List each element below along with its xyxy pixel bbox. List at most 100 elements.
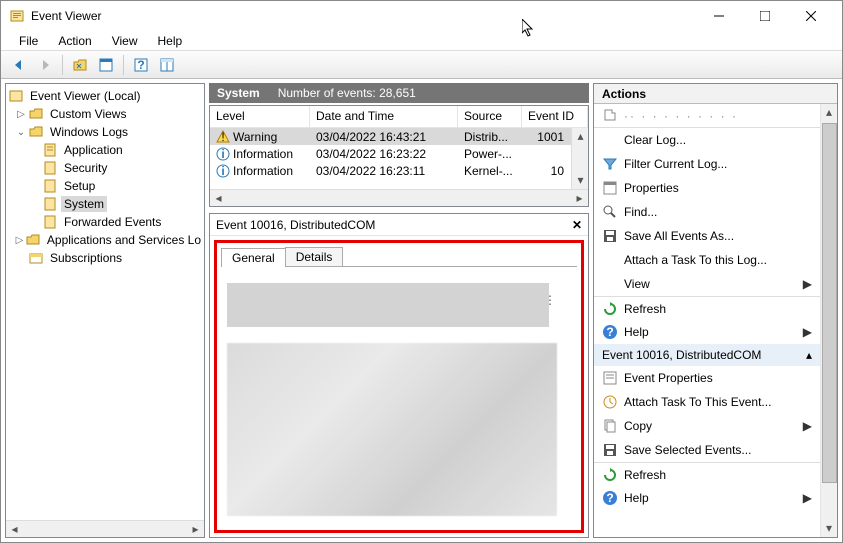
toolbar-separator — [123, 55, 124, 75]
save-icon — [602, 442, 618, 458]
grid-row[interactable]: iInformation 03/04/2022 16:23:22 Power-.… — [210, 145, 588, 162]
panes-icon[interactable] — [155, 54, 179, 76]
actions-pane: Actions ·· · · · · · · · · · Clear Log..… — [593, 83, 838, 538]
help-icon: ? — [602, 324, 618, 340]
tree-hscrollbar[interactable]: ◂▸ — [6, 520, 204, 537]
toolbar: ? — [1, 51, 842, 79]
section-label: Event 10016, DistributedCOM — [602, 348, 761, 362]
menu-view[interactable]: View — [102, 32, 148, 50]
svg-text:?: ? — [137, 58, 144, 72]
tree-windows-logs[interactable]: ⌄ Windows Logs — [6, 123, 204, 141]
cell-source: Kernel-... — [458, 164, 522, 178]
detail-close-icon[interactable]: ✕ — [572, 218, 582, 232]
col-source[interactable]: Source — [458, 106, 522, 127]
tree-application[interactable]: Application — [6, 141, 204, 159]
action-attach-task[interactable]: Attach a Task To this Log... — [594, 248, 820, 272]
svg-text:!: ! — [221, 130, 224, 144]
overflow-icon[interactable]: ⋮ — [544, 293, 557, 307]
menu-action[interactable]: Action — [48, 32, 101, 50]
log-icon — [42, 142, 58, 158]
action-clear-log[interactable]: Clear Log... — [594, 128, 820, 152]
scroll-thumb[interactable] — [822, 123, 837, 483]
grid-row[interactable]: iInformation 03/04/2022 16:23:11 Kernel-… — [210, 162, 588, 179]
tab-general[interactable]: General — [221, 248, 286, 267]
maximize-button[interactable] — [742, 1, 788, 31]
tab-details[interactable]: Details — [285, 247, 344, 266]
col-datetime[interactable]: Date and Time — [310, 106, 458, 127]
folder-icon[interactable] — [68, 54, 92, 76]
back-button[interactable] — [7, 54, 31, 76]
collapse-icon[interactable]: ▴ — [806, 348, 812, 362]
tree-setup[interactable]: Setup — [6, 177, 204, 195]
cell-datetime: 03/04/2022 16:23:11 — [310, 164, 458, 178]
action-label: Attach Task To This Event... — [624, 395, 771, 409]
col-level[interactable]: Level — [210, 106, 310, 127]
highlight-box: General Details ⋮ — [214, 240, 584, 533]
action-label: Help — [624, 325, 649, 339]
action-label: Copy — [624, 419, 652, 433]
tree-forwarded[interactable]: Forwarded Events — [6, 213, 204, 231]
expand-icon[interactable]: ▷ — [14, 109, 28, 120]
action-properties[interactable]: Properties — [594, 176, 820, 200]
grid-hscrollbar[interactable]: ◂▸ — [210, 189, 588, 206]
detail-title: Event 10016, DistributedCOM — [216, 218, 375, 232]
action-event-properties[interactable]: Event Properties — [594, 366, 820, 390]
submenu-arrow-icon: ▶ — [803, 277, 812, 291]
menubar: File Action View Help — [1, 31, 842, 51]
tree-label: Applications and Services Lo — [44, 232, 204, 248]
action-filter[interactable]: Filter Current Log... — [594, 152, 820, 176]
expand-icon[interactable]: ▷ — [14, 235, 25, 246]
col-eventid[interactable]: Event ID — [522, 106, 588, 127]
tree-label: Setup — [61, 178, 98, 194]
center-title: System — [217, 86, 260, 100]
svg-text:i: i — [221, 147, 224, 161]
action-label: Refresh — [624, 302, 666, 316]
tree-custom-views[interactable]: ▷ Custom Views — [6, 105, 204, 123]
copy-icon — [602, 418, 618, 434]
action-refresh[interactable]: Refresh — [594, 296, 820, 320]
tree-security[interactable]: Security — [6, 159, 204, 177]
menu-help[interactable]: Help — [148, 32, 193, 50]
action-help[interactable]: ? Help ▶ — [594, 320, 820, 344]
grid-row[interactable]: !Warning 03/04/2022 16:43:21 Distrib... … — [210, 128, 588, 145]
minimize-button[interactable] — [696, 1, 742, 31]
menu-file[interactable]: File — [9, 32, 48, 50]
action-help-2[interactable]: ? Help ▶ — [594, 486, 820, 510]
svg-text:?: ? — [606, 491, 613, 505]
refresh-icon — [602, 467, 618, 483]
event-properties-icon — [602, 370, 618, 386]
tree-subscriptions[interactable]: Subscriptions — [6, 249, 204, 267]
folder-icon — [28, 106, 44, 122]
center-header: System Number of events: 28,651 — [209, 83, 589, 103]
tree-system[interactable]: System — [6, 195, 204, 213]
event-grid: Level Date and Time Source Event ID !War… — [209, 105, 589, 207]
action-label: Refresh — [624, 468, 666, 482]
forward-button[interactable] — [33, 54, 57, 76]
subscriptions-icon — [28, 250, 44, 266]
action-refresh-2[interactable]: Refresh — [594, 462, 820, 486]
action-label: Help — [624, 491, 649, 505]
action-label: Save Selected Events... — [624, 443, 751, 457]
help-toolbar-icon[interactable]: ? — [129, 54, 153, 76]
action-copy[interactable]: Copy ▶ — [594, 414, 820, 438]
action-view[interactable]: View ▶ — [594, 272, 820, 296]
action-attach-event-task[interactable]: Attach Task To This Event... — [594, 390, 820, 414]
tree-label: Custom Views — [47, 106, 129, 122]
action-label: Find... — [624, 205, 657, 219]
action-save-selected[interactable]: Save Selected Events... — [594, 438, 820, 462]
action-label: Save All Events As... — [624, 229, 734, 243]
properties-icon[interactable] — [94, 54, 118, 76]
action-find[interactable]: Find... — [594, 200, 820, 224]
action-save-all[interactable]: Save All Events As... — [594, 224, 820, 248]
actions-vscrollbar[interactable]: ▴ ▾ — [820, 104, 837, 537]
grid-vscrollbar[interactable]: ▴▾ — [571, 128, 588, 189]
collapse-icon[interactable]: ⌄ — [14, 127, 28, 138]
tree-applications-services[interactable]: ▷ Applications and Services Lo — [6, 231, 204, 249]
tree-root[interactable]: Event Viewer (Local) — [6, 87, 204, 105]
tree-label: Windows Logs — [47, 124, 131, 140]
tree-label: Security — [61, 160, 110, 176]
submenu-arrow-icon: ▶ — [803, 491, 812, 505]
close-button[interactable] — [788, 1, 834, 31]
action-item-truncated[interactable]: ·· · · · · · · · · · — [594, 104, 820, 128]
tree-label: Forwarded Events — [61, 214, 164, 230]
